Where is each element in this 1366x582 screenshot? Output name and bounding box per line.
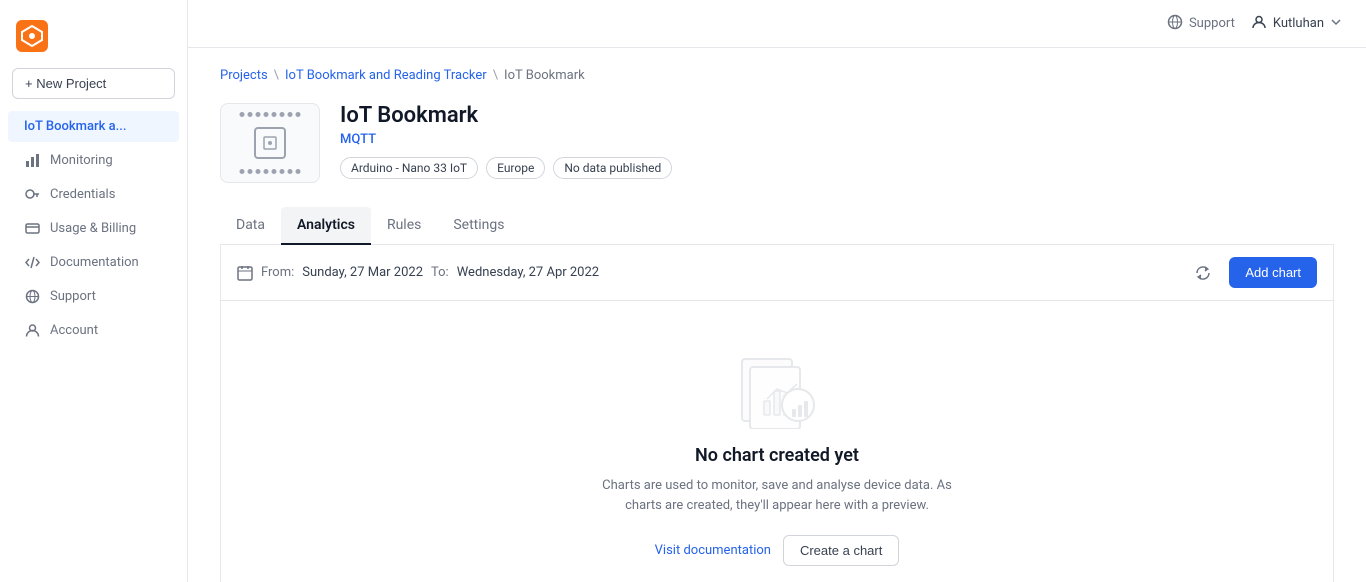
sidebar-item-documentation-label: Documentation [50, 255, 139, 270]
breadcrumb: Projects \ IoT Bookmark and Reading Trac… [220, 68, 1334, 83]
user-name-label: Kutluhan [1273, 16, 1324, 31]
sidebar-item-credentials-label: Credentials [50, 187, 115, 202]
logo [0, 12, 187, 68]
device-chip-icon [254, 127, 286, 159]
analytics-toolbar: From: Sunday, 27 Mar 2022 To: Wednesday,… [221, 245, 1333, 301]
dot [296, 112, 301, 117]
to-date: Wednesday, 27 Apr 2022 [457, 265, 599, 280]
page-content: Projects \ IoT Bookmark and Reading Trac… [188, 48, 1366, 582]
date-range-selector[interactable]: From: Sunday, 27 Mar 2022 To: Wednesday,… [237, 265, 599, 281]
no-chart-icon [732, 349, 822, 429]
dot [280, 169, 285, 174]
device-tag-region: Europe [486, 157, 545, 179]
sidebar-item-iot-bookmark[interactable]: IoT Bookmark a... [8, 111, 179, 142]
dot [280, 112, 285, 117]
bar-chart-icon [24, 152, 40, 168]
dot [256, 169, 261, 174]
breadcrumb-sep-1: \ [274, 68, 279, 83]
main-content: Support Kutluhan Projects \ IoT Bookmark… [188, 0, 1366, 582]
analytics-panel: From: Sunday, 27 Mar 2022 To: Wednesday,… [220, 245, 1334, 582]
device-name: IoT Bookmark [340, 103, 672, 128]
new-project-button[interactable]: + New Project [12, 68, 175, 99]
create-chart-button[interactable]: Create a chart [783, 535, 899, 566]
device-header: IoT Bookmark MQTT Arduino - Nano 33 IoT … [220, 103, 1334, 183]
dot [240, 169, 245, 174]
dot [272, 112, 277, 117]
sidebar-item-account-label: Account [50, 323, 98, 338]
device-tags: Arduino - Nano 33 IoT Europe No data pub… [340, 157, 672, 179]
from-date: Sunday, 27 Mar 2022 [302, 265, 423, 280]
sidebar: + New Project IoT Bookmark a... Monitori… [0, 0, 188, 582]
dot [248, 112, 253, 117]
breadcrumb-project-link[interactable]: IoT Bookmark and Reading Tracker [285, 68, 487, 83]
dot [248, 169, 253, 174]
sidebar-item-monitoring-label: Monitoring [50, 153, 113, 168]
empty-actions: Visit documentation Create a chart [655, 535, 900, 566]
device-tag-status: No data published [553, 157, 672, 179]
empty-state: No chart created yet Charts are used to … [221, 301, 1333, 582]
device-tag-arduino: Arduino - Nano 33 IoT [340, 157, 478, 179]
user-menu[interactable]: Kutluhan [1251, 14, 1342, 34]
dot [240, 112, 245, 117]
sidebar-item-support-label: Support [50, 289, 96, 304]
tab-analytics[interactable]: Analytics [281, 207, 371, 245]
sidebar-item-support[interactable]: Support [8, 280, 179, 312]
dot [296, 169, 301, 174]
breadcrumb-sep-2: \ [493, 68, 498, 83]
device-protocol: MQTT [340, 132, 672, 147]
dot [256, 112, 261, 117]
app-logo-icon [16, 20, 48, 52]
tab-bar: Data Analytics Rules Settings [220, 207, 1334, 245]
device-dots-top [240, 112, 301, 117]
breadcrumb-device: IoT Bookmark [504, 68, 585, 83]
add-chart-button[interactable]: Add chart [1229, 257, 1317, 288]
user-icon [24, 322, 40, 338]
dot [288, 169, 293, 174]
user-avatar-icon [1251, 14, 1267, 34]
credit-card-icon [24, 220, 40, 236]
tab-rules[interactable]: Rules [371, 207, 437, 245]
device-thumbnail [220, 103, 320, 183]
globe-icon [24, 288, 40, 304]
sidebar-item-documentation[interactable]: Documentation [8, 246, 179, 278]
breadcrumb-projects-link[interactable]: Projects [220, 68, 268, 83]
dot [288, 112, 293, 117]
sidebar-item-credentials[interactable]: Credentials [8, 178, 179, 210]
topbar: Support Kutluhan [188, 0, 1366, 48]
empty-description: Charts are used to monitor, save and ana… [587, 476, 967, 515]
calendar-icon [237, 265, 253, 281]
sidebar-item-monitoring[interactable]: Monitoring [8, 144, 179, 176]
key-icon [24, 186, 40, 202]
from-label: From: [261, 265, 294, 280]
empty-title: No chart created yet [695, 445, 859, 466]
device-dots-bottom [240, 169, 301, 174]
code-icon [24, 254, 40, 270]
device-info: IoT Bookmark MQTT Arduino - Nano 33 IoT … [340, 103, 672, 179]
sidebar-item-usage-billing[interactable]: Usage & Billing [8, 212, 179, 244]
refresh-button[interactable] [1189, 259, 1217, 287]
dot [264, 112, 269, 117]
sidebar-item-usage-billing-label: Usage & Billing [50, 221, 136, 236]
toolbar-actions: Add chart [1189, 257, 1317, 288]
sidebar-item-account[interactable]: Account [8, 314, 179, 346]
globe-support-icon [1167, 14, 1183, 34]
chevron-down-icon [1330, 16, 1342, 32]
tab-settings[interactable]: Settings [437, 207, 520, 245]
visit-documentation-link[interactable]: Visit documentation [655, 543, 771, 558]
dot [272, 169, 277, 174]
dot [264, 169, 269, 174]
support-link[interactable]: Support [1167, 14, 1235, 34]
to-label: To: [431, 265, 449, 280]
support-label: Support [1189, 16, 1235, 31]
tab-data[interactable]: Data [220, 207, 281, 245]
